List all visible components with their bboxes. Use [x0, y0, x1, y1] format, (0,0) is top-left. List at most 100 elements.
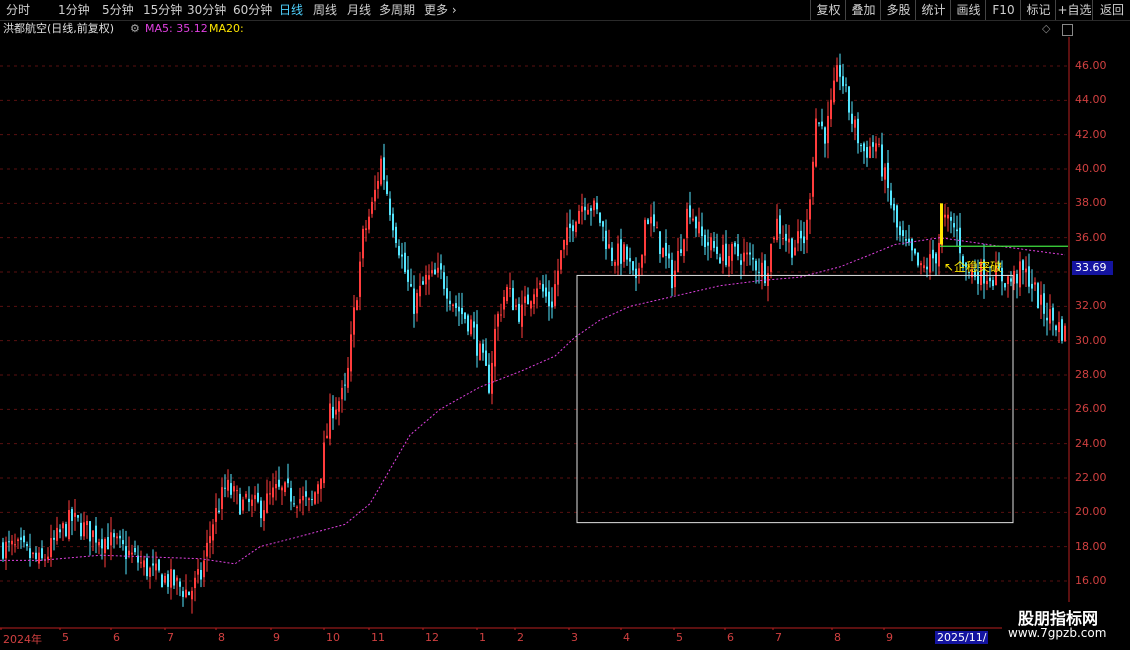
period-tab-8[interactable]: 月线	[347, 2, 371, 18]
toolbar-button-8[interactable]: 返回	[1092, 0, 1130, 20]
signal-bar	[940, 203, 943, 245]
settings-icon[interactable]: ⚙	[130, 21, 140, 37]
candle-body	[263, 510, 265, 521]
period-tab-1[interactable]: 1分钟	[58, 2, 90, 18]
candle-body	[260, 500, 262, 519]
candle-body	[1046, 317, 1048, 321]
candle-body	[1031, 283, 1033, 289]
candle-body	[416, 293, 418, 314]
candle-body	[809, 199, 811, 220]
candle-body	[383, 157, 385, 180]
candle-body	[221, 487, 223, 510]
candle-body	[461, 307, 463, 315]
candle-body	[575, 221, 577, 233]
scroll-toggle[interactable]	[1062, 24, 1073, 36]
candle-body	[794, 247, 796, 256]
candle-body	[527, 294, 529, 305]
toolbar-button-3[interactable]: 统计	[915, 0, 951, 20]
candle-body	[635, 268, 637, 279]
candle-body	[239, 493, 241, 515]
candle-body	[938, 242, 940, 267]
candle-body	[944, 214, 946, 218]
candle-body	[923, 265, 925, 269]
candle-body	[17, 539, 19, 542]
candle-body	[887, 162, 889, 189]
candle-body	[1034, 282, 1036, 285]
candle-body	[950, 216, 952, 221]
candle-body	[275, 483, 277, 489]
candle-body	[404, 252, 406, 273]
candle-body	[167, 574, 169, 587]
candle-body	[605, 230, 607, 250]
candle-body	[170, 569, 172, 588]
candle-body	[272, 487, 274, 498]
candle-body	[365, 228, 367, 231]
candle-body	[1016, 274, 1018, 284]
y-tick-label: 20.00	[1075, 505, 1107, 519]
candle-body	[386, 181, 388, 194]
candle-body	[623, 244, 625, 262]
candle-body	[770, 243, 772, 272]
period-tab-5[interactable]: 60分钟	[233, 2, 272, 18]
candle-body	[467, 315, 469, 332]
y-tick-label: 32.00	[1075, 299, 1107, 313]
toolbar-button-4[interactable]: 画线	[950, 0, 986, 20]
candle-body	[374, 189, 376, 202]
toolbar-button-7[interactable]: +自选	[1055, 0, 1093, 20]
candle-body	[164, 575, 166, 583]
candle-body	[335, 409, 337, 415]
period-tab-10[interactable]: 更多 ›	[424, 2, 457, 18]
y-tick-label: 22.00	[1075, 471, 1107, 484]
candle-body	[443, 272, 445, 289]
candle-body	[413, 288, 415, 314]
toolbar-button-5[interactable]: F10	[985, 0, 1021, 20]
candle-body	[872, 142, 874, 147]
period-tab-3[interactable]: 15分钟	[143, 2, 182, 18]
toolbar-button-1[interactable]: 叠加	[845, 0, 881, 20]
period-tab-4[interactable]: 30分钟	[187, 2, 226, 18]
candle-body	[311, 499, 313, 501]
candle-body	[821, 121, 823, 127]
y-tick-label: 40.00	[1075, 162, 1107, 175]
candle-body	[869, 146, 871, 159]
candle-body	[293, 503, 295, 505]
candle-body	[818, 122, 820, 124]
kline-chart[interactable]	[0, 37, 1130, 630]
candle-body	[398, 246, 400, 256]
period-tab-9[interactable]: 多周期	[379, 2, 415, 18]
candle-body	[812, 161, 814, 197]
toolbar-button-6[interactable]: 标记	[1020, 0, 1056, 20]
candle-body	[836, 65, 838, 82]
candle-body	[407, 269, 409, 282]
y-tick-label: 44.00	[1075, 93, 1107, 107]
candle-body	[896, 205, 898, 228]
x-tick-label: 6	[113, 631, 120, 644]
candle-body	[1040, 294, 1042, 305]
y-tick-label: 24.00	[1075, 436, 1107, 450]
candle-body	[395, 226, 397, 243]
candle-body	[734, 242, 736, 247]
diamond-icon[interactable]: ◇	[1042, 22, 1050, 35]
candle-body	[179, 581, 181, 587]
period-tab-6[interactable]: 日线	[279, 2, 303, 18]
period-tab-2[interactable]: 5分钟	[102, 2, 134, 18]
candle-body	[956, 229, 958, 232]
candle-body	[236, 490, 238, 492]
toolbar-button-2[interactable]: 多股	[880, 0, 916, 20]
candle-body	[548, 291, 550, 307]
period-tab-0[interactable]: 分时	[6, 2, 30, 18]
candle-body	[209, 536, 211, 544]
candle-body	[557, 270, 559, 285]
candle-body	[677, 250, 679, 273]
candle-body	[899, 226, 901, 236]
candle-body	[773, 237, 775, 240]
candle-body	[1049, 309, 1051, 324]
candle-body	[638, 268, 640, 276]
candle-body	[329, 403, 331, 439]
toolbar-button-0[interactable]: 复权	[810, 0, 846, 20]
candle-body	[614, 261, 616, 266]
candle-body	[824, 127, 826, 144]
candle-body	[494, 328, 496, 367]
period-tab-7[interactable]: 周线	[313, 2, 337, 18]
candle-body	[650, 216, 652, 224]
